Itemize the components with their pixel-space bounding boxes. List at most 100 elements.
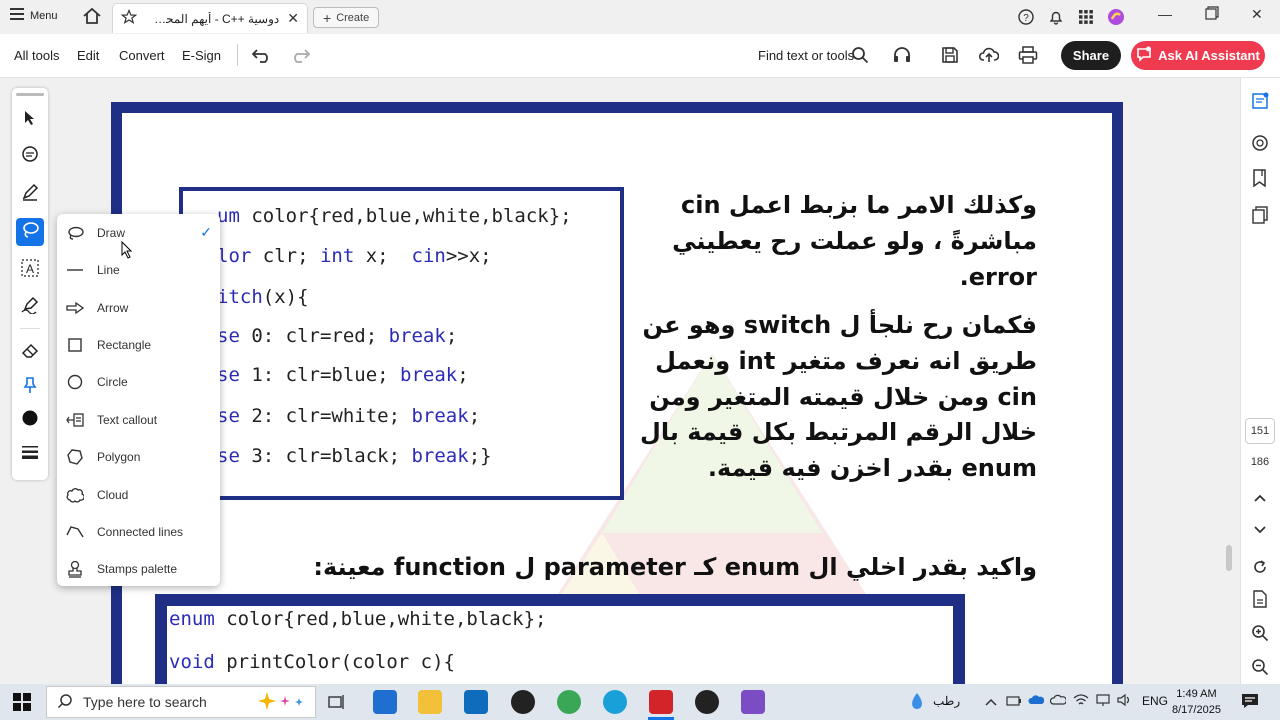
menu-button[interactable]: Menu (10, 8, 58, 23)
menu-item-circle[interactable]: Circle (57, 363, 220, 400)
apps-grid-icon[interactable] (1076, 7, 1096, 27)
menu-item-label: Polygon (97, 449, 141, 464)
menu-item-rectangle[interactable]: Rectangle (57, 326, 220, 363)
file-explorer-icon[interactable] (418, 690, 442, 714)
code-token: se (217, 405, 240, 427)
help-icon[interactable]: ? (1016, 7, 1036, 27)
notifications-icon[interactable] (1241, 693, 1259, 714)
ai-spark-icon[interactable] (1106, 7, 1126, 27)
print-icon[interactable] (1018, 46, 1038, 69)
language-indicator[interactable]: ENG (1142, 694, 1168, 708)
minimize-icon[interactable]: — (1158, 6, 1172, 22)
code-token: se (217, 364, 240, 386)
zoom-in-icon[interactable] (1249, 622, 1271, 644)
bell-icon[interactable] (1046, 7, 1066, 27)
code-block-enum-switch: um color{red,blue,white,black}; lor clr;… (179, 187, 624, 500)
convert-menu[interactable]: Convert (119, 48, 165, 63)
home-icon[interactable] (82, 7, 104, 27)
network-icon[interactable] (1095, 693, 1111, 712)
document-viewport[interactable]: um color{red,blue,white,black}; lor clr;… (70, 78, 1167, 684)
restore-icon[interactable] (1205, 6, 1219, 23)
vertical-scrollbar[interactable] (1226, 545, 1232, 571)
ms-store-icon[interactable] (373, 690, 397, 714)
cloud-icon[interactable] (1049, 693, 1067, 711)
stroke-width-button[interactable] (16, 440, 44, 468)
search-icon[interactable] (851, 46, 869, 69)
rail-grip[interactable] (16, 93, 44, 96)
comment-tool-button[interactable] (16, 143, 44, 171)
redo-icon[interactable] (290, 46, 311, 69)
undo-icon[interactable] (251, 46, 272, 69)
menu-item-arrow[interactable]: Arrow (57, 289, 220, 326)
edge-icon[interactable] (603, 690, 627, 714)
visual-studio-icon[interactable] (741, 690, 765, 714)
clock-time: 1:49 AM (1176, 688, 1217, 700)
menu-item-label: Cloud (97, 487, 129, 502)
edit-menu[interactable]: Edit (77, 48, 99, 63)
bookmark-icon[interactable] (1249, 167, 1271, 189)
menu-item-label: Circle (97, 374, 128, 389)
share-button[interactable]: Share (1061, 41, 1121, 70)
wifi-icon[interactable] (1073, 693, 1089, 712)
text-tool-button[interactable]: A (16, 256, 44, 284)
menu-item-draw[interactable]: Draw ✓ (57, 214, 220, 251)
arabic-paragraph-line: طريق انه نعرف متغير int ونعمل (655, 347, 1037, 375)
fill-sign-tool-button[interactable] (16, 293, 44, 321)
chevron-down-icon[interactable] (1249, 519, 1271, 541)
current-page-input[interactable]: 151 (1245, 418, 1275, 444)
highlight-tool-button[interactable] (16, 180, 44, 208)
close-window-icon[interactable]: ✕ (1251, 6, 1263, 23)
taskbar-search-box[interactable]: Type here to search (46, 686, 316, 718)
onedrive-icon[interactable] (1028, 693, 1045, 711)
eraser-tool-button[interactable] (16, 338, 44, 366)
save-icon[interactable] (941, 46, 959, 69)
chrome-icon[interactable] (557, 690, 581, 714)
read-aloud-icon[interactable] (892, 46, 912, 69)
pin-tool-button[interactable] (16, 373, 44, 401)
volume-icon[interactable] (1117, 693, 1133, 712)
page-fit-icon[interactable] (1249, 588, 1271, 610)
menu-item-stamps-palette[interactable]: Stamps palette (57, 550, 220, 587)
menu-item-polygon[interactable]: Polygon (57, 438, 220, 475)
windows-start-icon[interactable] (13, 693, 31, 716)
code-token: 2: clr=white; (239, 405, 412, 427)
pin-icon (21, 376, 39, 399)
cloud-upload-icon[interactable] (978, 46, 1000, 69)
taskbar-clock[interactable]: 1:49 AM 8/17/2025 (1172, 686, 1221, 718)
app-icon-dark[interactable] (695, 690, 719, 714)
menu-item-line[interactable]: Line (57, 251, 220, 288)
esign-menu[interactable]: E-Sign (182, 48, 221, 63)
menu-item-text-callout[interactable]: Text callout (57, 401, 220, 438)
comment-panel-icon[interactable] (1249, 132, 1271, 154)
task-view-icon[interactable] (328, 693, 346, 716)
refresh-icon[interactable] (1249, 556, 1271, 578)
chevron-up-icon[interactable] (1249, 487, 1271, 509)
menu-item-connected-lines[interactable]: Connected lines (57, 513, 220, 550)
arabic-paragraph-line: cin ومن خلال قيمته المتغير ومن (649, 383, 1037, 411)
page-notes-icon[interactable] (1249, 90, 1271, 112)
document-tab[interactable]: دوسية ++C - أيهم المحسيري. ✕ (112, 3, 308, 33)
ai-assistant-button[interactable]: Ask AI Assistant (1131, 41, 1265, 70)
all-tools-menu[interactable]: All tools (14, 48, 60, 63)
find-text-button[interactable]: Find text or tools (758, 48, 854, 63)
pdf-page: um color{red,blue,white,black}; lor clr;… (111, 102, 1123, 684)
select-tool-button[interactable] (16, 106, 44, 134)
menu-item-label: Stamps palette (97, 561, 178, 576)
pages-icon[interactable] (1249, 204, 1271, 226)
outlook-icon[interactable] (464, 690, 488, 714)
create-button[interactable]: + Create (313, 7, 380, 28)
mouse-pointer (121, 240, 133, 264)
zoom-out-icon[interactable] (1249, 656, 1271, 678)
star-icon[interactable] (120, 8, 138, 28)
menu-item-cloud[interactable]: Cloud (57, 476, 220, 513)
tab-title: دوسية ++C - أيهم المحسيري. (145, 11, 280, 26)
battery-icon[interactable] (1006, 694, 1022, 712)
color-picker-button[interactable] (16, 406, 44, 434)
chevron-up-icon[interactable] (985, 694, 997, 712)
acrobat-icon[interactable] (649, 690, 673, 714)
media-player-icon[interactable] (511, 690, 535, 714)
close-tab-icon[interactable]: ✕ (287, 10, 299, 27)
weather-icon[interactable] (906, 691, 928, 718)
draw-tool-button[interactable] (16, 218, 44, 246)
code-token: color{red,blue,white,black}; (251, 205, 572, 227)
